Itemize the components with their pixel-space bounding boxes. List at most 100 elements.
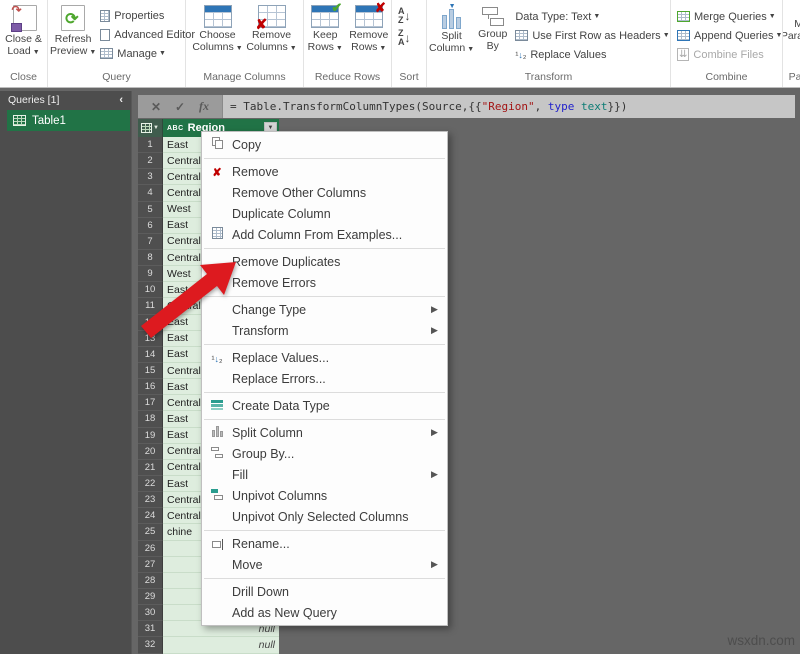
- manage-icon: [100, 48, 113, 59]
- row-number[interactable]: 12: [138, 315, 163, 331]
- add-column-from-examples-icon: [212, 227, 223, 242]
- row-number[interactable]: 3: [138, 169, 163, 185]
- row-number[interactable]: 8: [138, 250, 163, 266]
- row-number[interactable]: 16: [138, 379, 163, 395]
- menu-item-label: Transform: [232, 324, 431, 338]
- menu-item-remove[interactable]: ✘Remove: [202, 161, 447, 182]
- row-number[interactable]: 24: [138, 508, 163, 524]
- ribbon-group-parameters-cut: M Para Par: [783, 0, 800, 87]
- group-by-button[interactable]: Group By: [478, 3, 507, 52]
- row-number[interactable]: 2: [138, 153, 163, 169]
- row-number[interactable]: 28: [138, 573, 163, 589]
- split-column-button[interactable]: ▼ Split Column▼: [429, 3, 474, 55]
- row-number[interactable]: 29: [138, 589, 163, 605]
- submenu-arrow-icon: ▶: [431, 325, 447, 336]
- menu-item-add-column-from-examples[interactable]: Add Column From Examples...: [202, 224, 447, 245]
- menu-item-duplicate-column[interactable]: Duplicate Column: [202, 203, 447, 224]
- remove-icon: ✘: [212, 165, 221, 179]
- formula-token-plain: }}): [608, 100, 628, 113]
- menu-item-create-data-type[interactable]: Create Data Type: [202, 395, 447, 416]
- row-number[interactable]: 27: [138, 557, 163, 573]
- row-number[interactable]: 17: [138, 395, 163, 411]
- menu-item-add-as-new-query[interactable]: Add as New Query: [202, 602, 447, 623]
- sort-descending-icon[interactable]: ZA↓: [398, 29, 411, 47]
- menu-item-change-type[interactable]: Change Type▶: [202, 299, 447, 320]
- row-number[interactable]: 32: [138, 637, 163, 653]
- menu-item-label: Group By...: [232, 447, 431, 461]
- choose-columns-button[interactable]: Choose Columns▼: [194, 3, 242, 54]
- menu-item-transform[interactable]: Transform▶: [202, 320, 447, 341]
- keep-rows-button[interactable]: ✔ Keep Rows▼: [306, 3, 345, 54]
- menu-item-group-by[interactable]: Group By...: [202, 443, 447, 464]
- combine-files-button[interactable]: ⇊ Combine Files: [673, 45, 786, 64]
- row-number[interactable]: 21: [138, 460, 163, 476]
- close-and-load-button[interactable]: ↷ Close & Load▼: [2, 3, 45, 58]
- row-number[interactable]: 23: [138, 492, 163, 508]
- row-number[interactable]: 1: [138, 137, 163, 153]
- row-number[interactable]: 10: [138, 282, 163, 298]
- close-and-load-icon: ↷: [11, 5, 37, 32]
- formula-token-plain: ,: [535, 100, 548, 113]
- chevron-down-icon: ▼: [33, 49, 40, 56]
- formula-input[interactable]: = Table.TransformColumnTypes(Source,{{"R…: [222, 95, 795, 118]
- menu-item-rename[interactable]: Rename...: [202, 533, 447, 554]
- menu-item-move[interactable]: Move▶: [202, 554, 447, 575]
- menu-item-label: Move: [232, 558, 431, 572]
- table-menu-button[interactable]: ▼: [138, 119, 163, 137]
- menu-item-unpivot-columns[interactable]: Unpivot Columns: [202, 485, 447, 506]
- remove-rows-button[interactable]: ✘ Remove Rows▼: [349, 3, 389, 54]
- menu-item-remove-other-columns[interactable]: Remove Other Columns: [202, 182, 447, 203]
- row-number[interactable]: 13: [138, 331, 163, 347]
- menu-item-replace-values[interactable]: ¹↓₂Replace Values...: [202, 347, 447, 368]
- cell-region[interactable]: null: [163, 637, 279, 653]
- menu-item-remove-errors[interactable]: Remove Errors: [202, 272, 447, 293]
- row-number[interactable]: 18: [138, 411, 163, 427]
- menu-item-remove-duplicates[interactable]: Remove Duplicates: [202, 251, 447, 272]
- chevron-down-icon: ▼: [467, 46, 474, 53]
- commit-formula-icon[interactable]: ✓: [175, 100, 185, 114]
- fx-icon[interactable]: fx: [199, 99, 209, 114]
- sort-ascending-icon[interactable]: AZ↓: [398, 7, 411, 25]
- menu-item-unpivot-only-selected-columns[interactable]: Unpivot Only Selected Columns: [202, 506, 447, 527]
- row-number[interactable]: 22: [138, 476, 163, 492]
- advanced-editor-button[interactable]: Advanced Editor: [96, 25, 199, 44]
- menu-item-drill-down[interactable]: Drill Down: [202, 581, 447, 602]
- refresh-preview-button[interactable]: ⟳ Refresh Preview▼: [50, 3, 96, 58]
- replace-values-button[interactable]: ¹↓₂ Replace Values: [511, 45, 673, 64]
- split-column-label: Split Column: [429, 30, 465, 54]
- row-number[interactable]: 5: [138, 202, 163, 218]
- row-number[interactable]: 9: [138, 266, 163, 282]
- use-first-row-as-headers-button[interactable]: Use First Row as Headers ▼: [511, 26, 673, 45]
- properties-button[interactable]: Properties: [96, 6, 199, 25]
- menu-item-replace-errors[interactable]: Replace Errors...: [202, 368, 447, 389]
- row-number[interactable]: 11: [138, 298, 163, 314]
- row-number[interactable]: 4: [138, 185, 163, 201]
- row-number[interactable]: 14: [138, 347, 163, 363]
- query-item-table1[interactable]: Table1: [7, 110, 130, 131]
- row-number[interactable]: 6: [138, 218, 163, 234]
- row-number[interactable]: 7: [138, 234, 163, 250]
- row-number[interactable]: 19: [138, 428, 163, 444]
- chevron-left-icon[interactable]: ‹: [119, 94, 123, 106]
- choose-columns-label: Choose Columns: [192, 29, 235, 53]
- menu-item-split-column[interactable]: Split Column▶: [202, 422, 447, 443]
- row-number[interactable]: 25: [138, 524, 163, 540]
- menu-item-fill[interactable]: Fill▶: [202, 464, 447, 485]
- row-number[interactable]: 30: [138, 605, 163, 621]
- manage-button[interactable]: Manage ▼: [96, 44, 199, 63]
- manage-parameters-label-line1[interactable]: M: [794, 18, 800, 30]
- row-number[interactable]: 15: [138, 363, 163, 379]
- row-number[interactable]: 20: [138, 444, 163, 460]
- ribbon-group-manage-columns: Choose Columns▼ ✘ Remove Columns▼ Manage…: [186, 0, 304, 87]
- remove-columns-button[interactable]: ✘ Remove Columns▼: [248, 3, 296, 54]
- chevron-down-icon: ▼: [290, 45, 297, 52]
- submenu-arrow-icon: ▶: [431, 559, 447, 570]
- split-column-icon: [212, 426, 223, 440]
- row-number[interactable]: 26: [138, 541, 163, 557]
- row-number[interactable]: 31: [138, 621, 163, 637]
- menu-item-copy[interactable]: Copy: [202, 134, 447, 155]
- append-queries-button[interactable]: Append Queries ▼: [673, 26, 786, 45]
- merge-queries-button[interactable]: Merge Queries ▼: [673, 7, 786, 26]
- cancel-formula-icon[interactable]: ✕: [151, 100, 161, 114]
- data-type-dropdown[interactable]: Data Type: Text ▼: [511, 7, 673, 26]
